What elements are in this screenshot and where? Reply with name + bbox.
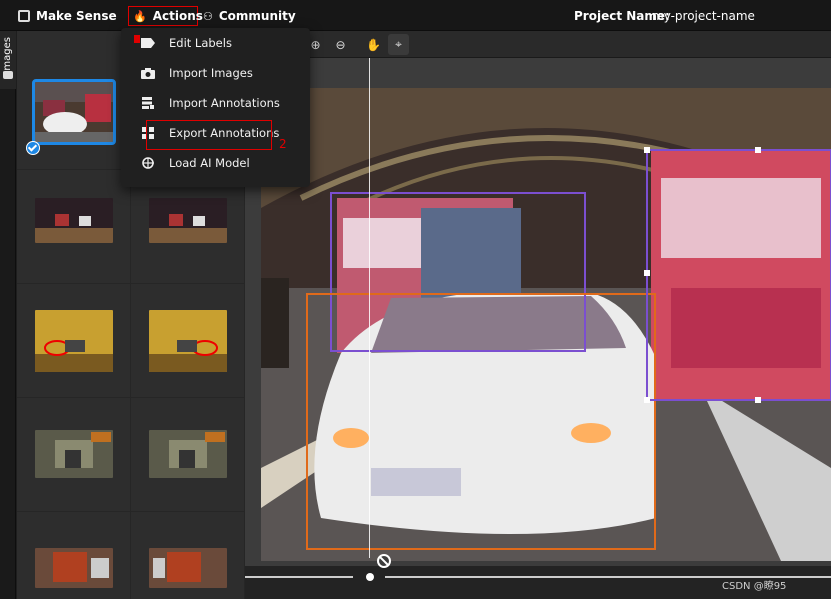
menu-item-label: Edit Labels — [169, 36, 232, 50]
brain-icon — [141, 157, 155, 169]
thumbnail-selected[interactable] — [32, 79, 116, 145]
actions-dropdown-menu: Edit Labels Import Images Import Annotat… — [121, 28, 310, 187]
camera-icon — [3, 71, 13, 79]
community-link[interactable]: ⚇ Community — [203, 6, 296, 26]
actions-label: Actions — [152, 9, 203, 23]
thumbnail[interactable] — [35, 198, 113, 243]
actions-icon: 🔥 — [133, 9, 147, 23]
thumbnail[interactable] — [149, 430, 227, 478]
thumbnail[interactable] — [149, 548, 227, 588]
project-name-value[interactable]: my-project-name — [652, 6, 755, 26]
logo-icon — [18, 10, 30, 22]
thumbnail[interactable] — [35, 310, 113, 372]
image-thumbnail-cell[interactable] — [131, 284, 245, 398]
selected-check-icon — [26, 141, 40, 155]
no-entry-icon[interactable] — [377, 554, 391, 568]
zoom-slider-track-left[interactable] — [245, 576, 353, 578]
community-icon: ⚇ — [203, 9, 213, 23]
thumbnail[interactable] — [149, 310, 227, 372]
menu-item-label: Import Images — [169, 66, 253, 80]
export-highlight-box — [146, 120, 272, 150]
crosshair-icon[interactable]: ⌖ — [388, 34, 409, 55]
thumbnail[interactable] — [35, 430, 113, 478]
step-number-label: 2 — [279, 137, 287, 151]
brand-name: Make Sense — [36, 9, 117, 23]
thumbnail[interactable] — [35, 548, 113, 588]
zoom-slider-knob[interactable] — [366, 573, 374, 581]
image-thumbnail-cell[interactable] — [17, 398, 131, 512]
menu-item-edit-labels[interactable]: Edit Labels — [121, 28, 310, 58]
watermark-text: CSDN @瞭95 — [722, 581, 787, 592]
thumbnail[interactable] — [149, 198, 227, 243]
brand-logo[interactable]: Make Sense — [18, 6, 117, 26]
crosshair-line — [369, 58, 370, 558]
editor-toolbar: ⊕ ⊖ ✋ ⌖ — [245, 31, 831, 58]
image-thumbnail-cell[interactable] — [131, 512, 245, 599]
annotation-marker-1 — [134, 35, 140, 43]
image-thumbnail-cell[interactable] — [17, 170, 131, 284]
tag-icon — [141, 38, 155, 49]
side-tab-rail: Images — [0, 31, 16, 599]
image-thumbnail-cell[interactable] — [17, 512, 131, 599]
image-thumbnail-cell[interactable] — [17, 284, 131, 398]
images-tab[interactable]: Images — [0, 31, 16, 89]
menu-item-import-images[interactable]: Import Images — [121, 58, 310, 88]
images-tab-label: Images — [2, 37, 13, 74]
hand-icon[interactable]: ✋ — [363, 34, 384, 55]
file-import-icon — [141, 97, 155, 109]
menu-item-load-ai-model[interactable]: Load AI Model — [121, 148, 310, 178]
menu-item-label: Load AI Model — [169, 156, 250, 170]
editor-canvas[interactable] — [245, 58, 831, 566]
zoom-out-icon[interactable]: ⊖ — [330, 34, 351, 55]
actions-menu-button[interactable]: 🔥 Actions — [128, 6, 203, 26]
menu-item-label: Import Annotations — [169, 96, 280, 110]
top-navbar: Make Sense 🔥 Actions ⚇ Community Project… — [0, 0, 831, 31]
image-thumbnail-cell[interactable] — [131, 398, 245, 512]
image-thumbnail-cell[interactable] — [131, 170, 245, 284]
camera-icon — [141, 67, 155, 79]
menu-item-import-annotations[interactable]: Import Annotations — [121, 88, 310, 118]
community-label: Community — [218, 9, 296, 23]
annotated-image[interactable] — [261, 88, 831, 561]
